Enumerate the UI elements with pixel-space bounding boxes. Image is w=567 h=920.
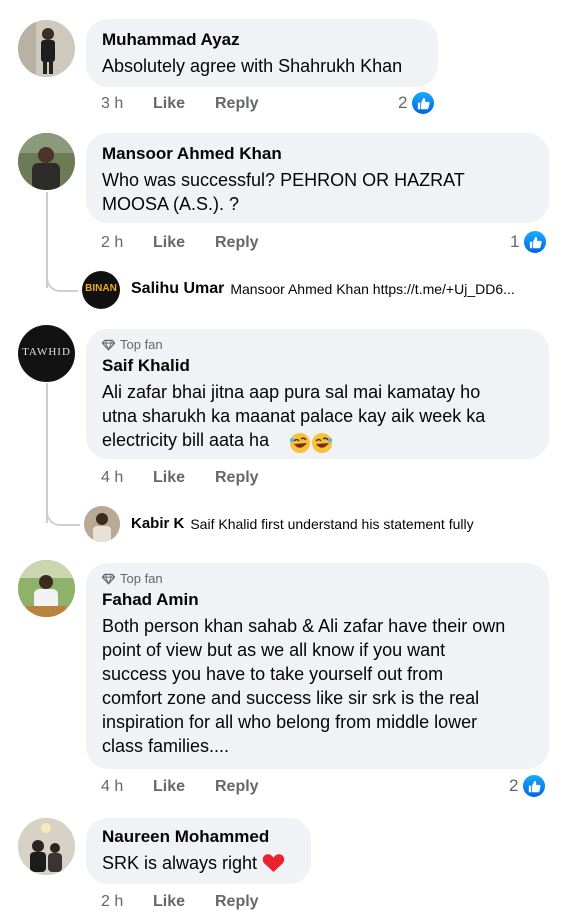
avatar-logo-text: BINAN (85, 283, 117, 294)
reply-preview[interactable]: Salihu Umar Mansoor Ahmed Khan https://t… (131, 280, 515, 298)
comment-bubble[interactable]: Mansoor Ahmed Khan Who was successful? P… (86, 133, 549, 223)
reply-button[interactable]: Reply (215, 234, 259, 252)
comment-text: Both person khan sahab & Ali zafar have … (102, 616, 506, 756)
comment-bubble[interactable]: Top fan Saif Khalid Ali zafar bhai jitna… (86, 329, 549, 459)
like-button[interactable]: Like (153, 778, 185, 796)
comment-actions: 4 h Like Reply (101, 778, 301, 798)
person-photo-icon (18, 133, 75, 190)
comment-author[interactable]: Fahad Amin (102, 589, 533, 611)
reply-button[interactable]: Reply (215, 95, 259, 113)
reply-button[interactable]: Reply (215, 893, 259, 911)
top-fan-label: Top fan (120, 571, 163, 586)
top-fan-badge: Top fan (102, 337, 533, 353)
comment-actions: 2 h Like Reply (101, 234, 301, 254)
comment-bubble[interactable]: Naureen Mohammed SRK is always right (86, 818, 311, 884)
comment-author[interactable]: Naureen Mohammed (102, 826, 295, 848)
diamond-icon (102, 573, 115, 585)
thumbs-up-icon (410, 90, 437, 116)
avatar[interactable] (18, 818, 75, 875)
comment-text: SRK is always right (102, 853, 258, 873)
reaction-number: 1 (510, 232, 520, 251)
reply-button[interactable]: Reply (215, 469, 259, 487)
like-button[interactable]: Like (153, 234, 185, 252)
comment-bubble[interactable]: Top fan Fahad Amin Both person khan saha… (86, 563, 549, 769)
comment-actions: 2 h Like Reply (101, 893, 301, 913)
reply-thread-curve (46, 270, 78, 292)
person-photo-icon (84, 506, 120, 542)
diamond-icon (102, 339, 115, 351)
like-button[interactable]: Like (153, 893, 185, 911)
reply-thread-curve (46, 504, 80, 526)
person-photo-icon (18, 560, 75, 617)
avatar[interactable]: TAWHID (18, 325, 75, 382)
avatar[interactable] (18, 133, 75, 190)
reply-thread-line (46, 383, 48, 523)
comment-bubble[interactable]: Muhammad Ayaz Absolutely agree with Shah… (86, 19, 438, 87)
comment-text: Absolutely agree with Shahrukh Khan (102, 56, 403, 76)
comment-text: Who was successful? PEHRON OR HAZRAT MOO… (102, 170, 465, 214)
reaction-number: 2 (398, 93, 408, 112)
reply-preview[interactable]: Kabir K Saif Khalid first understand his… (131, 515, 474, 532)
comment-actions: 4 h Like Reply (101, 469, 301, 489)
comment-time[interactable]: 3 h (101, 95, 123, 113)
reply-text: Saif Khalid first understand his stateme… (190, 515, 474, 532)
person-photo-icon (18, 818, 75, 875)
reaction-number: 2 (509, 776, 519, 795)
comment-author[interactable]: Mansoor Ahmed Khan (102, 143, 533, 165)
thumbs-up-icon (521, 773, 548, 799)
reply-avatar[interactable] (84, 506, 120, 542)
comment-time[interactable]: 4 h (101, 778, 123, 796)
person-photo-icon (18, 20, 75, 77)
reply-button[interactable]: Reply (215, 778, 259, 796)
top-fan-badge: Top fan (102, 571, 533, 587)
red-heart-emoji (262, 854, 285, 873)
reply-author[interactable]: Kabir K (131, 515, 184, 532)
top-fan-label: Top fan (120, 337, 163, 352)
comment-actions: 3 h Like Reply (101, 95, 301, 115)
reaction-count[interactable]: 2 (398, 90, 437, 116)
avatar[interactable] (18, 20, 75, 77)
rolling-laughing-emoji (289, 432, 333, 454)
like-button[interactable]: Like (153, 469, 185, 487)
comment-author[interactable]: Saif Khalid (102, 355, 533, 377)
thumbs-up-icon (522, 229, 549, 255)
reply-avatar[interactable]: BINAN (82, 271, 120, 309)
reply-author[interactable]: Salihu Umar (131, 280, 224, 298)
comment-author[interactable]: Muhammad Ayaz (102, 29, 422, 51)
like-button[interactable]: Like (153, 95, 185, 113)
reaction-count[interactable]: 2 (509, 773, 548, 799)
avatar-logo-text: TAWHID (22, 346, 71, 358)
reaction-count[interactable]: 1 (510, 229, 549, 255)
comment-time[interactable]: 2 h (101, 893, 123, 911)
avatar[interactable] (18, 560, 75, 617)
comment-time[interactable]: 2 h (101, 234, 123, 252)
comment-time[interactable]: 4 h (101, 469, 123, 487)
reply-text: Mansoor Ahmed Khan https://t.me/+Uj_DD6.… (230, 281, 515, 297)
